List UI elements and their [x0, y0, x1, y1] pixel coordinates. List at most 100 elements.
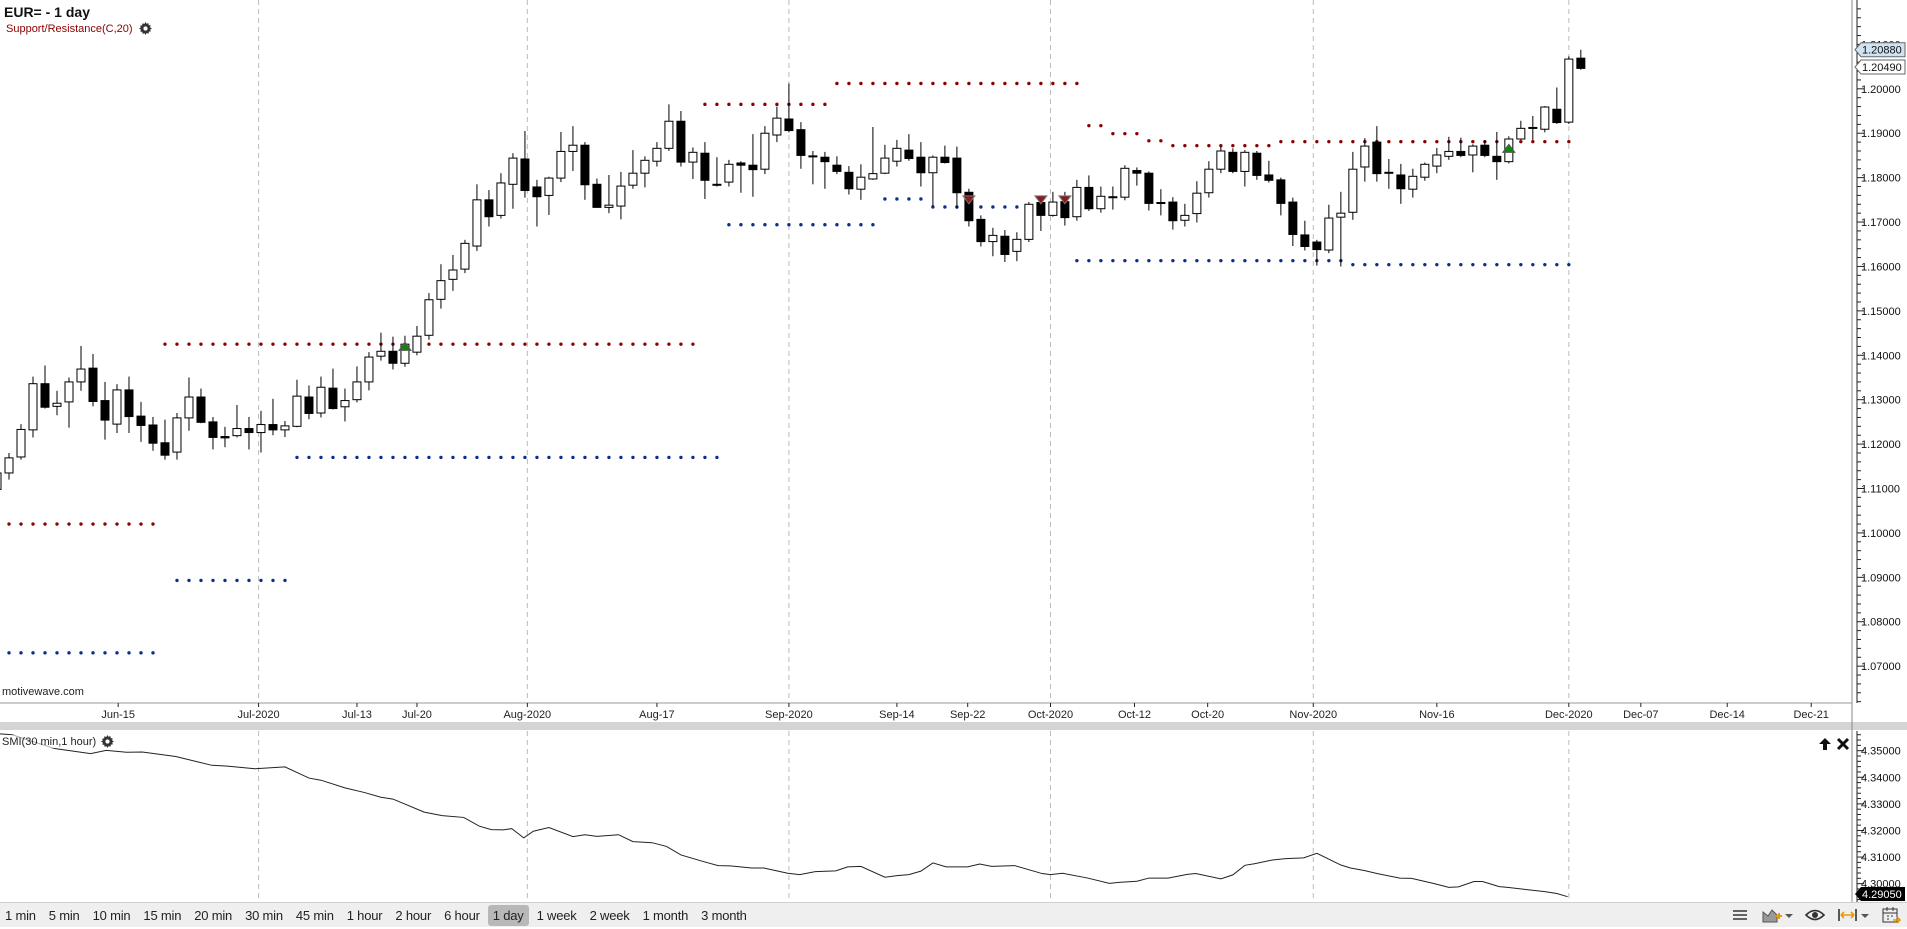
smi-line [0, 734, 1568, 897]
support-dot [559, 456, 562, 459]
resistance-dot [1555, 140, 1558, 143]
resistance-dot [199, 342, 202, 345]
resistance-dot [463, 342, 466, 345]
calendar-icon[interactable] [1881, 906, 1901, 924]
timeframe-15-min[interactable]: 15 min [138, 905, 186, 926]
support-dot [187, 579, 190, 582]
resistance-dot [1267, 144, 1270, 147]
timeframe-1-min[interactable]: 1 min [0, 905, 41, 926]
candle-down [809, 156, 817, 157]
resistance-dot [571, 342, 574, 345]
date-tick-label: Jul-20 [402, 709, 432, 721]
resistance-dot [1195, 144, 1198, 147]
timeframe-1-week[interactable]: 1 week [532, 905, 582, 926]
timeframe-3-month[interactable]: 3 month [696, 905, 752, 926]
support-dot [115, 651, 118, 654]
resistance-dot [1291, 140, 1294, 143]
support-dot [619, 456, 622, 459]
price-marker-label: 1.20490 [1862, 62, 1902, 74]
support-dot [79, 651, 82, 654]
price-tick-label: 1.11000 [1861, 484, 1900, 496]
timeframe-45-min[interactable]: 45 min [291, 905, 339, 926]
support-dot [1123, 259, 1126, 262]
candle-up [65, 382, 73, 402]
smi-study-name[interactable]: SMI(30 min,1 hour) [2, 736, 96, 748]
support-dot [259, 579, 262, 582]
support-dot [223, 579, 226, 582]
support-dot [103, 651, 106, 654]
timeframe-10-min[interactable]: 10 min [88, 905, 136, 926]
close-icon[interactable] [1836, 737, 1850, 751]
date-tick-label: Dec-07 [1623, 709, 1658, 721]
support-dot [1015, 205, 1018, 208]
support-dot [1135, 259, 1138, 262]
smi-study-label[interactable]: SMI(30 min,1 hour) [2, 735, 114, 748]
gear-icon[interactable] [101, 735, 114, 748]
candle-up [353, 382, 361, 400]
eye-icon[interactable] [1805, 906, 1825, 924]
timeframe-6-hour[interactable]: 6 hour [439, 905, 485, 926]
support-dot [799, 223, 802, 226]
candle-up [365, 357, 373, 382]
date-tick-label: Oct-2020 [1028, 709, 1073, 721]
support-dot [1159, 259, 1162, 262]
timeframe-1-month[interactable]: 1 month [638, 905, 694, 926]
resistance-dot [1075, 82, 1078, 85]
timeframe-2-hour[interactable]: 2 hour [390, 905, 436, 926]
menu-icon[interactable] [1731, 906, 1749, 924]
candle-up [545, 178, 553, 195]
candle-up [689, 152, 697, 162]
resistance-dot [259, 342, 262, 345]
candle-up [1193, 193, 1201, 213]
support-dot [427, 456, 430, 459]
date-tick-label: Jun-15 [101, 709, 135, 721]
fit-width-icon[interactable] [1837, 906, 1869, 924]
resistance-dot [1135, 132, 1138, 135]
arrow-up-icon[interactable] [1818, 737, 1832, 751]
support-dot [67, 651, 70, 654]
support-dot [871, 223, 874, 226]
candle-down [197, 397, 205, 422]
date-tick-label: Aug-2020 [503, 709, 551, 721]
candle-down [1253, 153, 1261, 175]
support-dot [535, 456, 538, 459]
smi-tick-label: 4.32000 [1861, 825, 1901, 837]
resistance-dot [883, 82, 886, 85]
resistance-dot [43, 522, 46, 525]
timeframe-5-min[interactable]: 5 min [44, 905, 85, 926]
gear-icon[interactable] [139, 22, 152, 35]
candle-down [101, 401, 109, 421]
chart-canvas[interactable]: Jun-15Jul-2020Jul-13Jul-20Aug-2020Aug-17… [0, 0, 1907, 926]
candle-up [77, 369, 85, 382]
timeframe-2-week[interactable]: 2 week [585, 905, 635, 926]
price-tick-label: 1.17000 [1861, 217, 1901, 229]
candle-down [953, 158, 961, 193]
candle-up [1565, 59, 1573, 122]
timeframe-20-min[interactable]: 20 min [189, 905, 237, 926]
candle-up [1205, 169, 1213, 193]
candle-up [641, 160, 649, 173]
study-label[interactable]: Support/Resistance(C,20) [6, 22, 152, 35]
support-dot [1171, 259, 1174, 262]
add-study-icon[interactable] [1761, 906, 1793, 924]
support-dot [211, 579, 214, 582]
price-tick-label: 1.09000 [1861, 572, 1901, 584]
resistance-dot [979, 82, 982, 85]
candle-down [749, 165, 757, 169]
resistance-dot [907, 82, 910, 85]
support-dot [727, 223, 730, 226]
resistance-dot [1567, 140, 1570, 143]
timeframe-30-min[interactable]: 30 min [240, 905, 288, 926]
candle-up [653, 148, 661, 161]
support-dot [1279, 259, 1282, 262]
timeframe-1-day[interactable]: 1 day [488, 905, 529, 926]
candle-up [1433, 155, 1441, 166]
candle-down [125, 390, 133, 417]
resistance-dot [175, 342, 178, 345]
support-dot [919, 197, 922, 200]
timeframe-1-hour[interactable]: 1 hour [342, 905, 388, 926]
candle-up [281, 426, 289, 430]
candle-up [1409, 176, 1417, 189]
support-dot [679, 456, 682, 459]
study-name[interactable]: Support/Resistance(C,20) [6, 23, 133, 35]
